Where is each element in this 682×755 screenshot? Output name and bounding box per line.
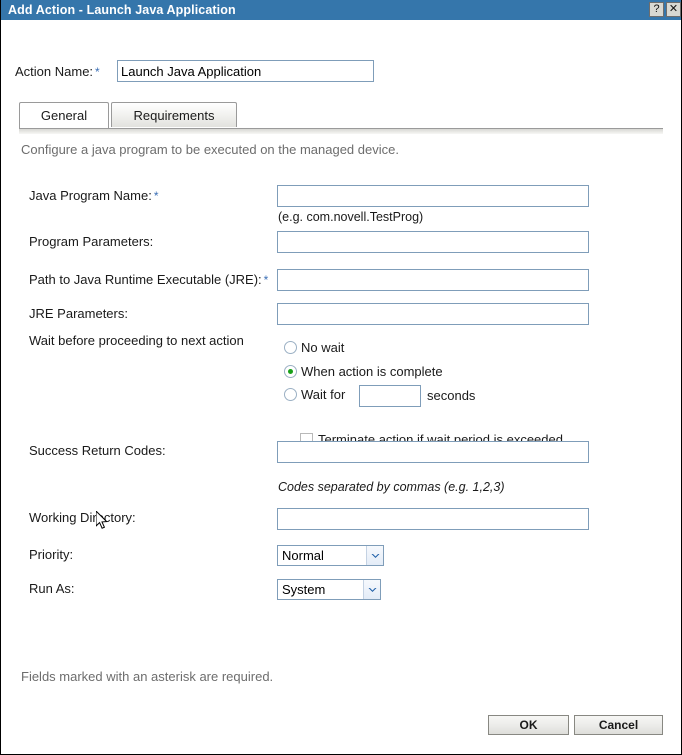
action-name-label: Action Name: *	[15, 64, 100, 79]
priority-select[interactable]: Normal	[277, 545, 384, 566]
radio-no-wait-indicator	[284, 341, 297, 354]
panel-description: Configure a java program to be executed …	[21, 142, 399, 157]
run-as-select[interactable]: System	[277, 579, 381, 600]
success-return-codes-hint: Codes separated by commas (e.g. 1,2,3)	[278, 480, 505, 494]
java-program-name-hint: (e.g. com.novell.TestProg)	[278, 210, 424, 224]
action-name-row: Action Name: *	[1, 60, 661, 86]
radio-wait-for-label: Wait for	[301, 387, 346, 402]
working-directory-label: Working Directory:	[29, 510, 136, 525]
radio-no-wait-label: No wait	[301, 340, 345, 355]
radio-when-action-complete-indicator	[284, 365, 297, 378]
run-as-select-value: System	[282, 582, 326, 597]
chevron-down-icon	[366, 546, 383, 565]
run-as-label: Run As:	[29, 581, 75, 596]
tab-general[interactable]: General	[19, 102, 109, 128]
radio-when-action-complete-label: When action is complete	[301, 364, 443, 379]
jre-path-label-text: Path to Java Runtime Executable (JRE):	[29, 272, 262, 287]
close-icon[interactable]: ✕	[666, 2, 681, 17]
wait-group-label: Wait before proceeding to next action	[29, 333, 244, 348]
priority-select-value: Normal	[282, 548, 324, 563]
tab-requirements-label: Requirements	[133, 107, 215, 123]
java-program-name-asterisk: *	[153, 189, 159, 203]
jre-parameters-input[interactable]	[277, 303, 589, 325]
chevron-down-icon	[363, 580, 380, 599]
tab-general-label: General	[40, 108, 88, 123]
window-title: Add Action - Launch Java Application	[8, 3, 236, 17]
jre-path-input[interactable]	[277, 269, 589, 291]
help-icon[interactable]: ?	[649, 2, 664, 17]
working-directory-input[interactable]	[277, 508, 589, 530]
radio-no-wait[interactable]: No wait	[284, 340, 344, 355]
action-name-input[interactable]	[117, 60, 374, 82]
tab-requirements[interactable]: Requirements	[111, 102, 237, 127]
jre-path-asterisk: *	[263, 273, 269, 287]
dialog-window: Add Action - Launch Java Application ? ✕…	[0, 0, 682, 755]
program-parameters-label: Program Parameters:	[29, 234, 154, 249]
required-fields-note: Fields marked with an asterisk are requi…	[21, 669, 274, 684]
java-program-name-input[interactable]	[277, 185, 589, 207]
wait-seconds-suffix: seconds	[427, 388, 476, 403]
success-return-codes-input[interactable]	[277, 441, 589, 463]
ok-button[interactable]: OK	[488, 715, 569, 735]
tab-underline-bar	[19, 128, 663, 134]
success-return-codes-label: Success Return Codes:	[29, 443, 166, 458]
java-program-name-label: Java Program Name: *	[29, 188, 159, 203]
tab-strip: General Requirements	[1, 102, 681, 130]
radio-wait-for-indicator	[284, 388, 297, 401]
priority-label: Priority:	[29, 547, 74, 562]
jre-path-label: Path to Java Runtime Executable (JRE): *	[29, 272, 268, 287]
radio-when-action-complete[interactable]: When action is complete	[284, 364, 443, 379]
cancel-button[interactable]: Cancel	[574, 715, 663, 735]
action-name-label-text: Action Name:	[15, 64, 94, 79]
program-parameters-input[interactable]	[277, 231, 589, 253]
wait-seconds-input[interactable]	[359, 385, 421, 407]
required-asterisk: *	[95, 65, 100, 79]
jre-parameters-label: JRE Parameters:	[29, 306, 128, 321]
dialog-content: Action Name:* General Requirements Confi…	[1, 20, 681, 753]
title-bar: Add Action - Launch Java Application ? ✕	[1, 0, 681, 20]
title-bar-buttons: ? ✕	[649, 2, 681, 17]
radio-wait-for[interactable]: Wait for	[284, 387, 345, 402]
java-program-name-label-text: Java Program Name:	[29, 188, 152, 203]
